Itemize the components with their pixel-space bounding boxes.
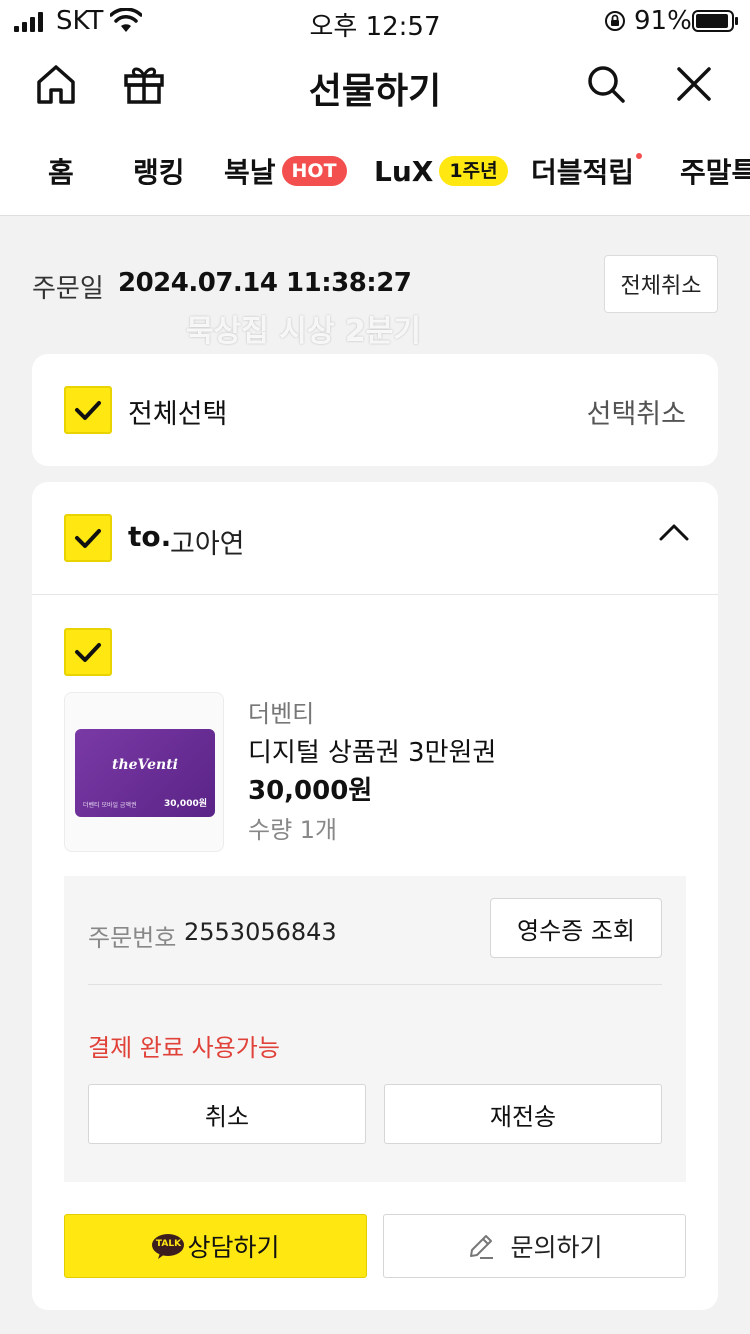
battery-icon [692,10,738,32]
tab-label: 더블적립 [531,151,643,191]
order-detail-box: 주문번호 2553056843 영수증 조회 결제 완료 사용가능 취소 재전송 [64,876,686,1182]
chevron-up-icon[interactable] [658,522,690,542]
consult-label: 상담하기 [187,1233,280,1262]
order-date-label: 주문일 [32,274,104,304]
tab-lux[interactable]: LuX 1주년 [374,148,508,194]
pencil-icon [470,1235,494,1259]
tab-label: 랭킹 [133,156,185,189]
divider [88,984,662,985]
cancel-all-button[interactable]: 전체취소 [604,255,718,313]
select-all-card: 전체선택 선택취소 [32,354,718,466]
battery-percent: 91% [634,6,692,36]
recipient-prefix: to. [128,520,172,553]
hot-badge: HOT [281,156,347,186]
tab-double-points[interactable]: 더블적립 [531,148,643,194]
page-title: 선물하기 [308,71,442,112]
tab-home[interactable]: 홈 [48,148,74,194]
new-dot-indicator [636,153,643,159]
home-icon [37,65,75,104]
tab-label: LuX [374,154,434,188]
gift-card-logo: theVenti [111,757,178,773]
tab-label: 복날 [224,156,276,189]
home-button[interactable] [32,60,80,108]
order-date: 2024.07.14 11:38:27 [118,268,412,298]
product-name[interactable]: 디지털 상품권 3만원권 [248,732,496,769]
status-bar: SKT 오후 12:57 91% [0,0,750,44]
watermark-text: 묵상집 시상 2분기 [186,314,421,349]
item-checkbox[interactable] [64,628,112,676]
inquiry-button[interactable]: 문의하기 [383,1214,686,1278]
product-quantity: 수량 1개 [248,816,338,844]
select-cancel-button[interactable]: 선택취소 [587,392,686,431]
search-icon [588,66,625,103]
tab-weekend[interactable]: 주말특 [680,148,750,194]
order-status: 결제 완료 사용가능 [88,1034,280,1062]
cancel-button[interactable]: 취소 [88,1084,366,1144]
tab-label: 홈 [48,156,74,189]
order-number-label: 주문번호 [88,924,177,952]
check-icon [75,643,101,662]
talk-badge-text: TALK [155,1239,182,1249]
close-button[interactable] [670,60,718,108]
tab-boknal[interactable]: 복날 HOT [224,148,347,194]
select-all-checkbox[interactable] [64,386,112,434]
order-number: 2553056843 [184,918,337,946]
gift-card-image: theVenti 더벤티 모바일 금액권 30,000원 [75,729,215,817]
consult-button[interactable]: TALK 상담하기 [64,1214,367,1278]
gift-button[interactable] [120,60,168,108]
top-bar: SKT 오후 12:57 91% 선물하기 홈 랭킹 복날 HOT LuX 1주… [0,0,750,216]
product-brand: 더벤티 [248,700,315,728]
product-price: 30,000원 [248,776,373,806]
check-icon [75,529,101,548]
resend-button[interactable]: 재전송 [384,1084,662,1144]
close-icon [677,67,711,101]
gift-card-caption: 더벤티 모바일 금액권 [83,802,137,809]
recipient-name: 고아연 [170,529,245,560]
gift-icon [124,67,164,104]
recipient-checkbox[interactable] [64,514,112,562]
category-tabs: 홈 랭킹 복날 HOT LuX 1주년 더블적립 주말특 [0,148,750,194]
kakaotalk-icon: TALK [151,1233,185,1259]
receipt-button[interactable]: 영수증 조회 [490,898,662,958]
search-button[interactable] [582,60,630,108]
order-card: to. 고아연 theVenti 더벤티 모바일 금액권 30,000원 더벤티… [32,482,718,1310]
product-thumbnail[interactable]: theVenti 더벤티 모바일 금액권 30,000원 [64,692,224,852]
tab-ranking[interactable]: 랭킹 [133,148,185,194]
orientation-lock-icon [605,11,625,31]
divider [32,594,718,595]
tab-label: 주말특 [680,156,750,189]
anniversary-badge: 1주년 [439,156,508,186]
tab-label-text: 더블적립 [531,156,635,189]
check-icon [75,401,101,420]
select-all-label: 전체선택 [128,399,228,430]
inquiry-label: 문의하기 [510,1233,603,1262]
gift-card-amount: 30,000원 [163,799,207,809]
